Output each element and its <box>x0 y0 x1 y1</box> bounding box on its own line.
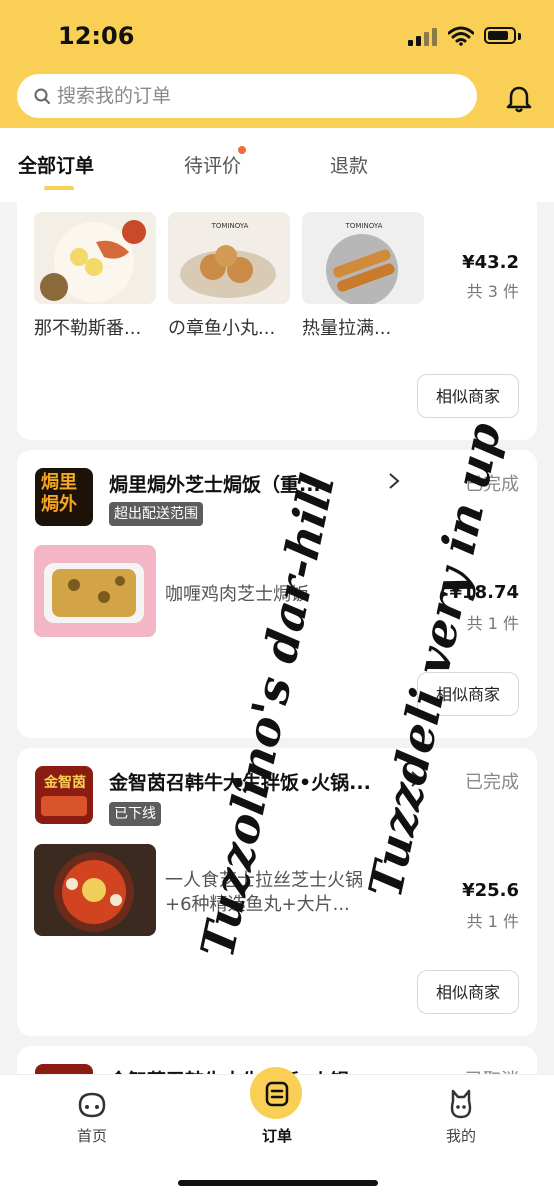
status-badge: 超出配送范围 <box>109 502 203 526</box>
food-image <box>34 212 156 304</box>
search-icon <box>34 88 50 104</box>
item-name: 咖喱鸡肉芝士焗饭 <box>165 584 309 605</box>
food-image <box>34 545 156 637</box>
nav-orders[interactable]: 订单 <box>227 1075 327 1165</box>
home-indicator <box>178 1180 378 1186</box>
orders-icon <box>265 1081 289 1107</box>
shop-name[interactable]: 焗里焗外芝士焗饭（重... <box>109 470 387 497</box>
tab-pending-review[interactable]: 待评价 <box>184 151 241 178</box>
order-card[interactable]: 焗里焗外 焗里焗外芝士焗饭（重... 已完成 超出配送范围 咖喱鸡肉芝士焗饭 ¥… <box>17 450 537 738</box>
order-card[interactable]: 金智茵 金智茵召韩牛大生拌饭•火锅... 已完成 已下线 一人食芝士拉丝芝士火锅… <box>17 748 537 1036</box>
tab-all-orders[interactable]: 全部订单 <box>18 151 94 178</box>
battery-icon <box>484 27 516 44</box>
bell-icon[interactable] <box>504 84 534 114</box>
status-icons <box>408 26 521 46</box>
signal-bar-icon <box>424 32 429 46</box>
order-status: 已完成 <box>465 474 519 495</box>
order-status: 已完成 <box>465 772 519 793</box>
svg-text:TOMINOYA: TOMINOYA <box>211 222 249 230</box>
order-count: 共 1 件 <box>466 614 519 633</box>
tab-refund[interactable]: 退款 <box>330 151 368 178</box>
food-image <box>34 844 156 936</box>
signal-bar-icon <box>408 40 413 46</box>
home-icon <box>78 1092 106 1118</box>
signal-bar-icon <box>416 36 421 46</box>
order-count: 共 3 件 <box>466 282 519 301</box>
chevron-right-icon[interactable] <box>409 770 423 788</box>
order-card[interactable]: TOMINOYA TOMINOYA 那不勒斯番... の章鱼小丸... 热量拉满… <box>17 190 537 440</box>
shop-logo: 金智茵 <box>35 766 93 824</box>
svg-text:TOMINOYA: TOMINOYA <box>345 222 383 230</box>
shop-logo: 焗里焗外 <box>35 468 93 526</box>
similar-shops-button[interactable]: 相似商家 <box>417 672 519 716</box>
item-name: 热量拉满... <box>302 318 392 339</box>
nav-profile[interactable]: 我的 <box>411 1075 511 1165</box>
profile-icon <box>450 1089 472 1119</box>
item-name-line: 一人食芝士拉丝芝士火锅 <box>165 870 363 891</box>
nav-home-label: 首页 <box>76 1127 107 1145</box>
search-input[interactable]: 搜索我的订单 <box>57 74 171 118</box>
similar-shops-button[interactable]: 相似商家 <box>417 970 519 1014</box>
nav-profile-label: 我的 <box>445 1127 476 1145</box>
food-image: TOMINOYA <box>168 212 290 304</box>
notification-dot <box>238 146 246 154</box>
chevron-right-icon[interactable] <box>387 472 401 490</box>
item-name-line: +6种精选鱼丸+大片... <box>165 894 350 915</box>
order-price: ¥43.2 <box>462 252 519 273</box>
shop-name[interactable]: 金智茵召韩牛大生拌饭•火锅... <box>109 768 387 795</box>
food-image: TOMINOYA <box>302 212 424 304</box>
header: 12:06 搜索我的订单 <box>0 0 554 128</box>
status-badge: 已下线 <box>109 802 161 826</box>
item-name: の章鱼小丸... <box>168 318 276 339</box>
order-price: ¥25.6 <box>462 880 519 901</box>
wifi-icon <box>448 26 474 46</box>
order-price: ¥18.74 <box>449 582 519 603</box>
order-count: 共 1 件 <box>466 912 519 931</box>
similar-shops-button[interactable]: 相似商家 <box>417 374 519 418</box>
nav-home[interactable]: 首页 <box>42 1075 142 1165</box>
signal-bar-icon <box>432 28 437 46</box>
nav-orders-label: 订单 <box>261 1127 292 1145</box>
status-time: 12:06 <box>58 22 135 50</box>
search-bar[interactable]: 搜索我的订单 <box>17 74 477 118</box>
item-name: 那不勒斯番... <box>34 318 142 339</box>
